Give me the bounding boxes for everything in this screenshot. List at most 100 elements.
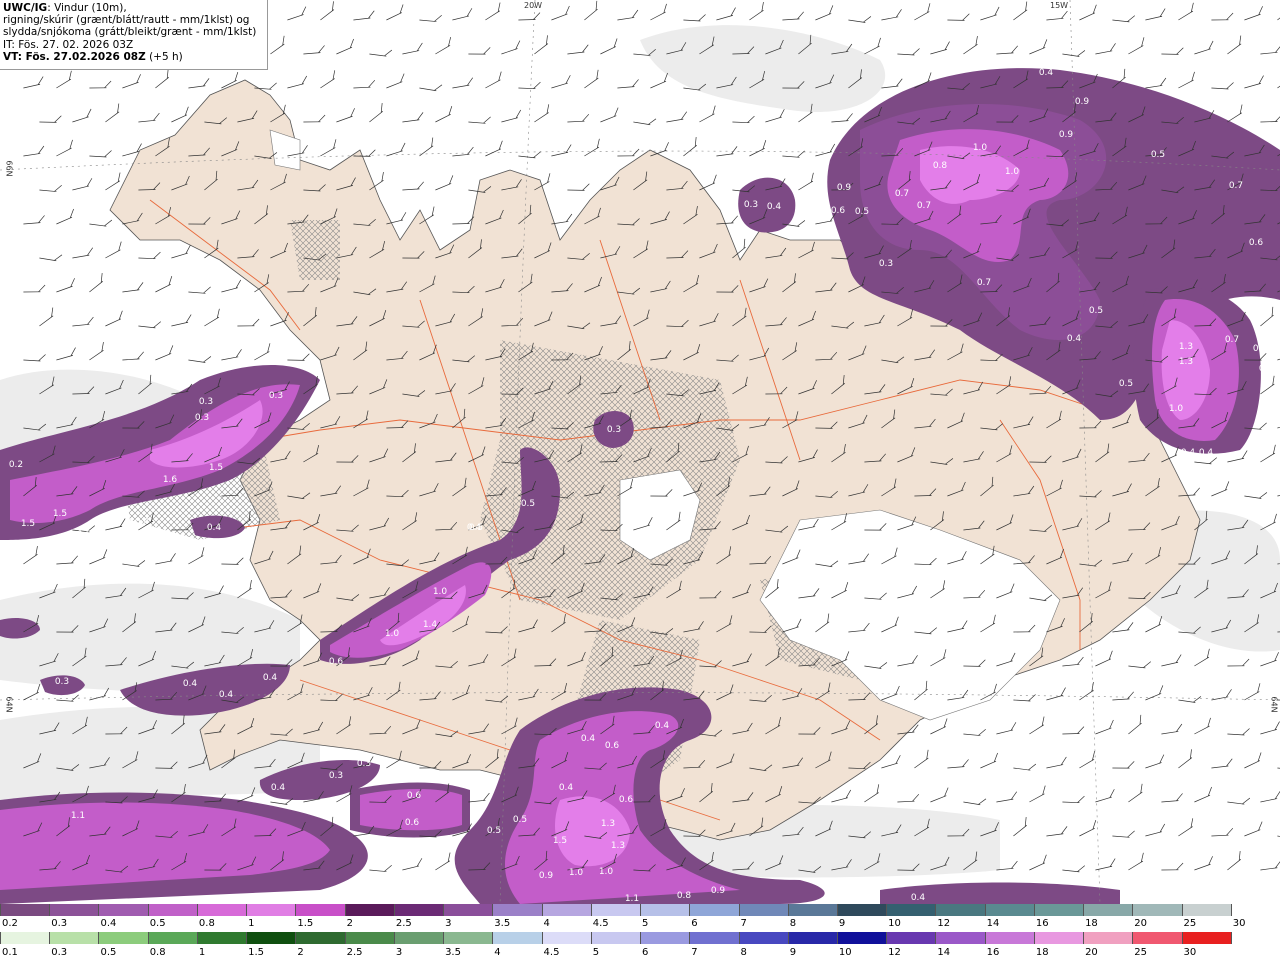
precip-label: 1.5 [53,509,67,519]
precip-label: 0.4 [219,690,234,700]
legend-label: 14 [937,947,951,958]
legend-swatch [492,932,542,944]
precip-label: 0.3 [744,200,758,210]
legend-swatch [590,932,641,944]
legend-swatch [196,904,247,916]
legend-label: 18 [1035,947,1049,958]
legend-label: 8 [740,947,747,958]
legend-label: 0.3 [51,947,68,958]
legend-label: 20 [1085,947,1098,958]
precip-label: 0.3 [55,677,69,687]
legend-label: 2.5 [395,918,412,929]
legend-swatch [541,932,591,944]
legend-swatch [0,932,50,944]
legend-swatch [98,932,148,944]
precip-label: 1.6 [163,475,178,485]
precip-label: 0.6 [1249,238,1264,248]
legend-swatch [1132,904,1182,916]
precip-label: 1.1 [71,811,85,821]
legend-swatch [344,904,394,916]
precip-label: 0.7 [1229,181,1243,191]
legend-label: 0.2 [2,918,18,929]
precip-label: 0.4 [581,734,596,744]
legend-label: 14 [986,918,1000,929]
legend-swatch [246,932,296,944]
precip-label: 0.9 [539,871,554,881]
product-name: UWC/IG [3,2,48,14]
precip-label: 0.5 [521,499,535,509]
legend-swatch [147,932,197,944]
precip-label: 1.4 [423,620,438,630]
legend-label: 20 [1134,918,1148,929]
precip-label: 1.1 [625,894,639,904]
precip-label: 1.0 [569,868,584,878]
legend-label: 3 [395,947,403,958]
precip-label: 0.4 [271,783,286,793]
legend-swatch [1181,904,1231,916]
legend-swatch [1230,932,1280,944]
legend-label: 1 [198,947,206,958]
valid-time: VT: Fös. 27.02.2026 08Z [3,50,146,63]
legend-swatch [689,904,739,916]
precip-label: 0.7 [917,201,931,211]
legend-swatch [640,932,690,944]
precip-label: 0.9 [837,183,852,193]
legend-swatch [738,932,788,944]
legend-label: 9 [789,947,797,958]
legend-label: 0.4 [100,918,117,929]
precip-label: 1.5 [553,836,567,846]
legend-swatch [393,904,444,916]
precip-label: 0.3 [195,413,209,423]
legend-swatch [295,932,345,944]
precip-label: 0.5 [1089,306,1103,316]
legend-swatch [295,904,345,916]
legend-label: 18 [1085,918,1098,929]
precip-label: 0.6 [1257,326,1272,336]
lon-label-20w: 20W [524,1,543,10]
precip-label: 0.4 [183,679,198,689]
precip-label: 0.2 [9,460,23,470]
precip-label: 0.3 [329,771,343,781]
legend-label: 0.5 [100,947,117,958]
precip-label: 1.3 [611,841,625,851]
precip-label: 0.6 [605,741,620,751]
precip-label: 1.3 [1179,342,1193,352]
legend-swatch [1181,932,1231,944]
legend-swatch [1230,904,1280,916]
valid-time-line: VT: Fös. 27.02.2026 08Z (+5 h) [3,51,264,63]
lon-label-15w: 15W [1050,1,1069,10]
legend-label: 2 [297,947,304,958]
precip-label: 0.5 [1151,150,1165,160]
precip-label: 1.0 [973,143,988,153]
legend-label: 7 [691,947,698,958]
precip-label: 0.6 [831,206,846,216]
legend-label: 3.5 [494,918,511,929]
legend-label: 0.3 [51,918,68,929]
legend-label: 0.5 [149,918,166,929]
precip-label: 0.7 [977,278,991,288]
precip-label: 0.4 [1199,448,1214,458]
precip-label: 0.9 [1075,97,1090,107]
legend-swatch [984,932,1034,944]
legend-label: 8 [789,918,797,929]
precip-label: 0.4 [1181,448,1196,458]
legend-swatch [787,932,837,944]
legend-label: 4 [543,918,550,929]
legend-label: 9 [838,918,846,929]
precip-label: 0.4 [135,517,150,527]
precip-label: 1.3 [1179,357,1193,367]
title-line1: UWC/IG: Vindur (10m), [3,2,264,14]
legend-swatch [640,904,690,916]
legend-label: 2 [346,918,353,929]
legend-label: 1.5 [248,947,265,958]
legend-label: 1.5 [297,918,314,929]
init-time: IT: Fös. 27. 02. 2026 03Z [3,38,134,51]
legend-swatch [984,904,1034,916]
precip-label: 0.6 [389,841,404,851]
title-description: : Vindur (10m), [47,2,127,14]
precip-label: 0.8 [677,891,692,901]
precip-label: 1.5 [209,463,223,473]
legend-swatch [590,904,641,916]
precip-label: 0.9 [1059,130,1074,140]
legend-swatch [1033,904,1084,916]
